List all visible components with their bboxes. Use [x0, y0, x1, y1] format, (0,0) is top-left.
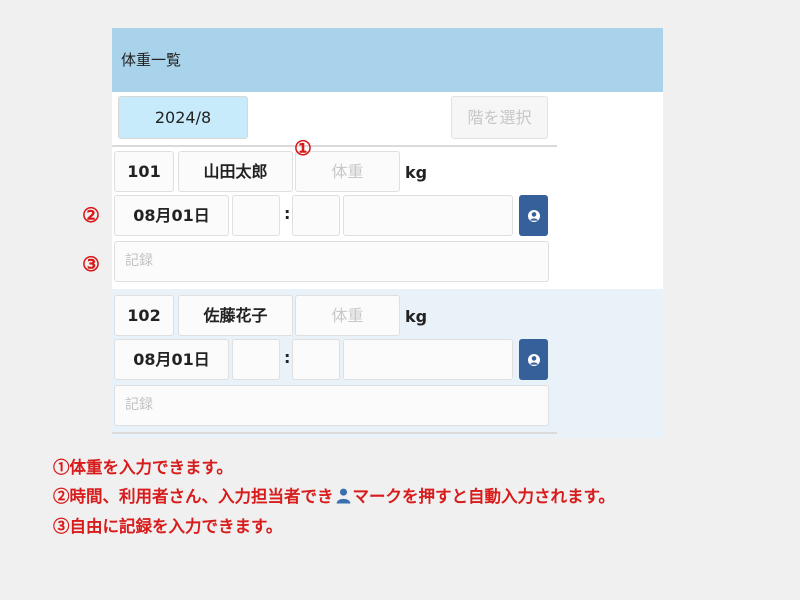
minute-input[interactable]: [292, 195, 340, 236]
room-number: 101: [114, 151, 174, 192]
note-2-text-b: マークを押すと自動入力されます。: [352, 487, 615, 506]
auto-fill-user-button[interactable]: [519, 195, 548, 236]
auto-fill-user-button[interactable]: [519, 339, 548, 380]
resident-name-field[interactable]: 山田太郎: [178, 151, 293, 192]
weight-unit: kg: [405, 163, 428, 182]
note-3: ③自由に記録を入力できます。: [53, 517, 283, 536]
divider: [112, 432, 557, 434]
annotation-marker-3: ③: [82, 252, 100, 276]
hour-input[interactable]: [232, 339, 280, 380]
note-2: ②時間、利用者さん、入力担当者でき マークを押すと自動入力されます。: [53, 483, 615, 507]
note-2-text-a: ②時間、利用者さん、入力担当者でき: [53, 487, 334, 506]
staff-input[interactable]: [343, 195, 513, 236]
date-field[interactable]: 08月01日: [114, 339, 229, 380]
page-title: 体重一覧: [112, 28, 663, 92]
time-colon: :: [284, 204, 291, 223]
month-button[interactable]: 2024/8: [118, 96, 248, 139]
person-icon: [336, 488, 350, 504]
memo-input[interactable]: 記録: [114, 385, 549, 426]
divider: [112, 145, 557, 147]
room-number: 102: [114, 295, 174, 336]
hour-input[interactable]: [232, 195, 280, 236]
weight-list-panel: 体重一覧 2024/8 階を選択 101 山田太郎 体重 kg 08月01日 :…: [112, 28, 663, 438]
resident-name-field[interactable]: 佐藤花子: [178, 295, 293, 336]
user-icon: [527, 209, 540, 222]
date-field[interactable]: 08月01日: [114, 195, 229, 236]
time-colon: :: [284, 348, 291, 367]
annotation-marker-2: ②: [82, 203, 100, 227]
note-1: ①体重を入力できます。: [53, 458, 233, 477]
weight-unit: kg: [405, 307, 428, 326]
memo-input[interactable]: 記録: [114, 241, 549, 282]
staff-input[interactable]: [343, 339, 513, 380]
weight-input[interactable]: 体重: [295, 295, 400, 336]
floor-select-button[interactable]: 階を選択: [451, 96, 548, 139]
minute-input[interactable]: [292, 339, 340, 380]
user-icon: [527, 353, 540, 366]
annotation-marker-1: ①: [294, 136, 312, 160]
